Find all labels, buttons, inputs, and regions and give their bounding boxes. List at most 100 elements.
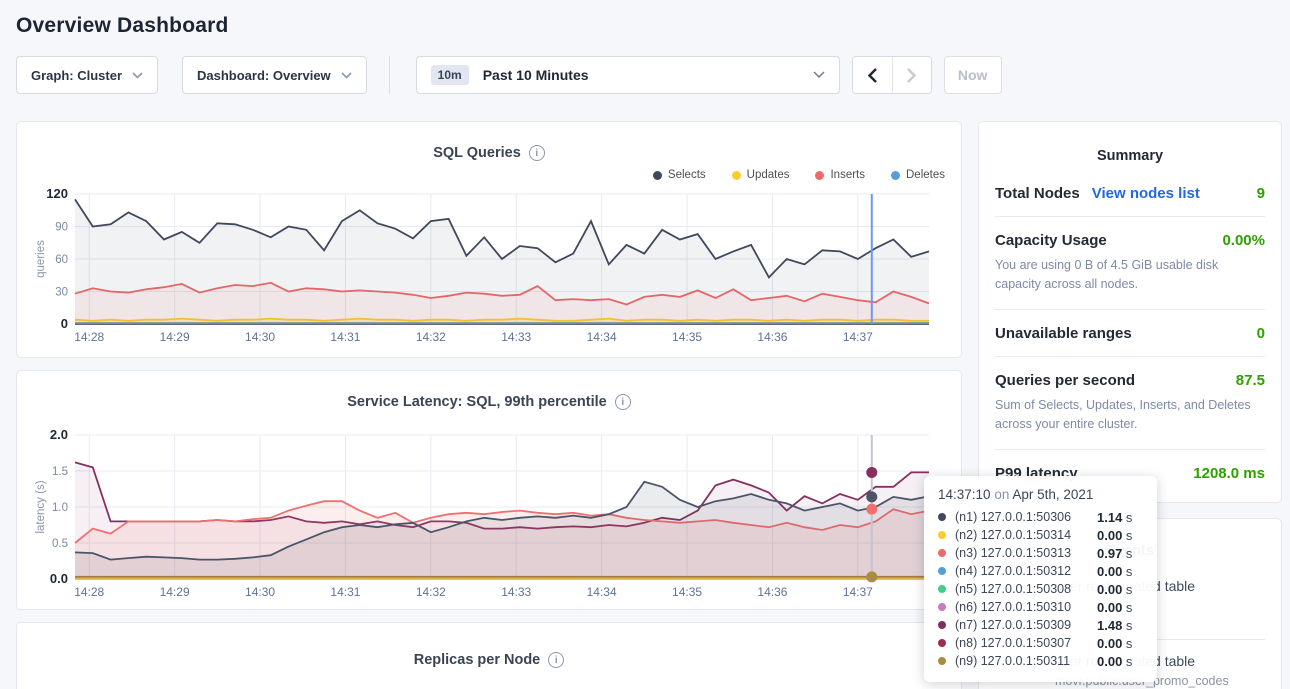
- legend-item-inserts: Inserts: [815, 166, 865, 184]
- svg-text:0.5: 0.5: [52, 538, 68, 550]
- legend-label: Deletes: [906, 169, 945, 181]
- tooltip-node-row: (n8) 127.0.0.1:50307 0.00 s: [938, 634, 1143, 652]
- info-icon[interactable]: i: [615, 394, 631, 410]
- svg-text:14:32: 14:32: [416, 585, 446, 599]
- summary-row-value: 0.00%: [1222, 232, 1265, 249]
- svg-text:120: 120: [46, 186, 68, 201]
- graph-dropdown[interactable]: Graph: Cluster: [16, 56, 158, 94]
- summary-row-value: 9: [1257, 185, 1265, 202]
- tooltip-node-value: 0.00 s: [1097, 654, 1143, 669]
- svg-text:1.0: 1.0: [52, 502, 68, 514]
- svg-text:60: 60: [55, 254, 68, 266]
- legend-label: Selects: [668, 169, 706, 181]
- summary-row-label: Unavailable ranges: [995, 325, 1132, 342]
- tooltip-node-row: (n1) 127.0.0.1:503061.14 s: [938, 508, 1143, 526]
- tooltip-node-value: 0.97 s: [1097, 546, 1143, 561]
- info-icon[interactable]: i: [548, 652, 564, 668]
- series-color-dot-icon: [938, 603, 946, 611]
- tooltip-node-address: (n4) 127.0.0.1:50312: [955, 564, 1071, 578]
- view-nodes-list-link[interactable]: View nodes list: [1092, 185, 1200, 202]
- sql-queries-title: SQL Queries i: [433, 145, 545, 161]
- svg-text:14:30: 14:30: [245, 330, 275, 344]
- summary-row-value: 1208.0 ms: [1193, 465, 1265, 482]
- service-latency-chart[interactable]: 14:2814:2914:3014:3114:3214:3314:3414:35…: [33, 425, 945, 606]
- series-color-dot-icon: [938, 549, 946, 557]
- summary-row-value: 0: [1257, 325, 1265, 342]
- sql-queries-panel: SQL Queries i Selects Updates Inserts Delet…: [16, 121, 962, 358]
- legend-item-deletes: Deletes: [891, 166, 945, 184]
- summary-row-label: Total Nodes: [995, 185, 1080, 202]
- series-color-dot-icon: [938, 585, 946, 593]
- sql-queries-legend: Selects Updates Inserts Deletes: [33, 166, 945, 184]
- charts-column: SQL Queries i Selects Updates Inserts Delet…: [16, 121, 962, 689]
- tooltip-node-address: (n8) 127.0.0.1:50307: [955, 636, 1071, 650]
- svg-text:0: 0: [61, 316, 68, 331]
- chevron-down-icon: [813, 71, 825, 79]
- svg-text:14:28: 14:28: [74, 585, 104, 599]
- svg-text:14:36: 14:36: [757, 330, 787, 344]
- series-color-dot-icon: [938, 567, 946, 575]
- svg-text:14:35: 14:35: [672, 330, 702, 344]
- time-step-back-button[interactable]: [853, 57, 892, 93]
- legend-dot-icon: [815, 171, 824, 180]
- info-icon[interactable]: i: [529, 145, 545, 161]
- toolbar: Graph: Cluster Dashboard: Overview 10m P…: [16, 56, 1290, 94]
- tooltip-node-row: (n3) 127.0.0.1:50313 0.97 s: [938, 544, 1143, 562]
- summary-row-label: Queries per second: [995, 372, 1135, 389]
- tooltip-node-value: 0.00 s: [1097, 582, 1143, 597]
- svg-text:latency (s): latency (s): [35, 480, 47, 533]
- tooltip-node-row: (n5) 127.0.0.1:50308 0.00 s: [938, 580, 1143, 598]
- tooltip-node-value: 0.00 s: [1097, 636, 1143, 651]
- tooltip-node-value: 0.00 s: [1097, 528, 1143, 543]
- svg-text:14:37: 14:37: [843, 330, 873, 344]
- svg-text:queries: queries: [35, 240, 47, 278]
- tooltip-node-value: 1.48 s: [1097, 618, 1143, 633]
- svg-text:14:36: 14:36: [757, 585, 787, 599]
- replicas-per-node-panel: Replicas per Node i: [16, 622, 962, 689]
- svg-text:14:32: 14:32: [416, 330, 446, 344]
- service-latency-panel: Service Latency: SQL, 99th percentile i …: [16, 370, 962, 610]
- tooltip-node-value: 0.00 s: [1097, 564, 1143, 579]
- tooltip-node-address: (n2) 127.0.0.1:50314: [955, 528, 1071, 542]
- tooltip-rows: (n1) 127.0.0.1:503061.14 s (n2) 127.0.0.1…: [938, 508, 1143, 670]
- svg-text:90: 90: [55, 222, 68, 234]
- summary-row: Queries per second87.5Sum of Selects, Up…: [995, 357, 1265, 450]
- overview-dashboard-page: Overview Dashboard Graph: Cluster Dashbo…: [0, 0, 1290, 689]
- tooltip-node-address: (n5) 127.0.0.1:50308: [955, 582, 1071, 596]
- svg-text:2.0: 2.0: [50, 427, 68, 442]
- toolbar-divider: [389, 56, 390, 94]
- time-range-badge: 10m: [431, 65, 469, 85]
- summary-row-caption: You are using 0 B of 4.5 GiB usable disk…: [995, 256, 1265, 295]
- svg-text:14:34: 14:34: [587, 330, 617, 344]
- time-step-forward-button[interactable]: [892, 57, 931, 93]
- time-range-label: Past 10 Minutes: [483, 67, 589, 83]
- summary-rows: Total Nodes View nodes list 9 Capacity Usag…: [995, 170, 1265, 496]
- tooltip-node-address: (n9) 127.0.0.1:50311: [955, 654, 1070, 668]
- tooltip-timestamp: 14:37:10 on Apr 5th, 2021: [938, 487, 1143, 502]
- time-range-selector[interactable]: 10m Past 10 Minutes: [416, 56, 840, 94]
- summary-row: Total Nodes View nodes list 9: [995, 170, 1265, 217]
- dashboard-dropdown[interactable]: Dashboard: Overview: [182, 56, 367, 94]
- summary-title: Summary: [995, 138, 1265, 170]
- series-color-dot-icon: [938, 621, 946, 629]
- svg-text:14:33: 14:33: [501, 330, 531, 344]
- tooltip-node-address: (n6) 127.0.0.1:50310: [955, 600, 1071, 614]
- sql-queries-chart[interactable]: 14:2814:2914:3014:3114:3214:3314:3414:35…: [33, 184, 945, 351]
- graph-dropdown-label: Graph: Cluster: [31, 68, 122, 83]
- series-color-dot-icon: [938, 657, 946, 665]
- dashboard-dropdown-label: Dashboard: Overview: [197, 68, 331, 83]
- legend-item-updates: Updates: [732, 166, 790, 184]
- summary-row-label: Capacity Usage: [995, 232, 1107, 249]
- tooltip-node-address: (n3) 127.0.0.1:50313: [955, 546, 1071, 560]
- svg-text:0.0: 0.0: [50, 571, 68, 586]
- now-button[interactable]: Now: [944, 56, 1002, 94]
- svg-text:14:33: 14:33: [501, 585, 531, 599]
- legend-label: Inserts: [830, 169, 865, 181]
- tooltip-node-row: (n9) 127.0.0.1:50311 0.00 s: [938, 652, 1143, 670]
- legend-dot-icon: [653, 171, 662, 180]
- page-title: Overview Dashboard: [0, 0, 1290, 38]
- legend-item-selects: Selects: [653, 166, 706, 184]
- tooltip-node-row: (n7) 127.0.0.1:503091.48 s: [938, 616, 1143, 634]
- svg-text:14:35: 14:35: [672, 585, 702, 599]
- svg-text:14:31: 14:31: [330, 330, 360, 344]
